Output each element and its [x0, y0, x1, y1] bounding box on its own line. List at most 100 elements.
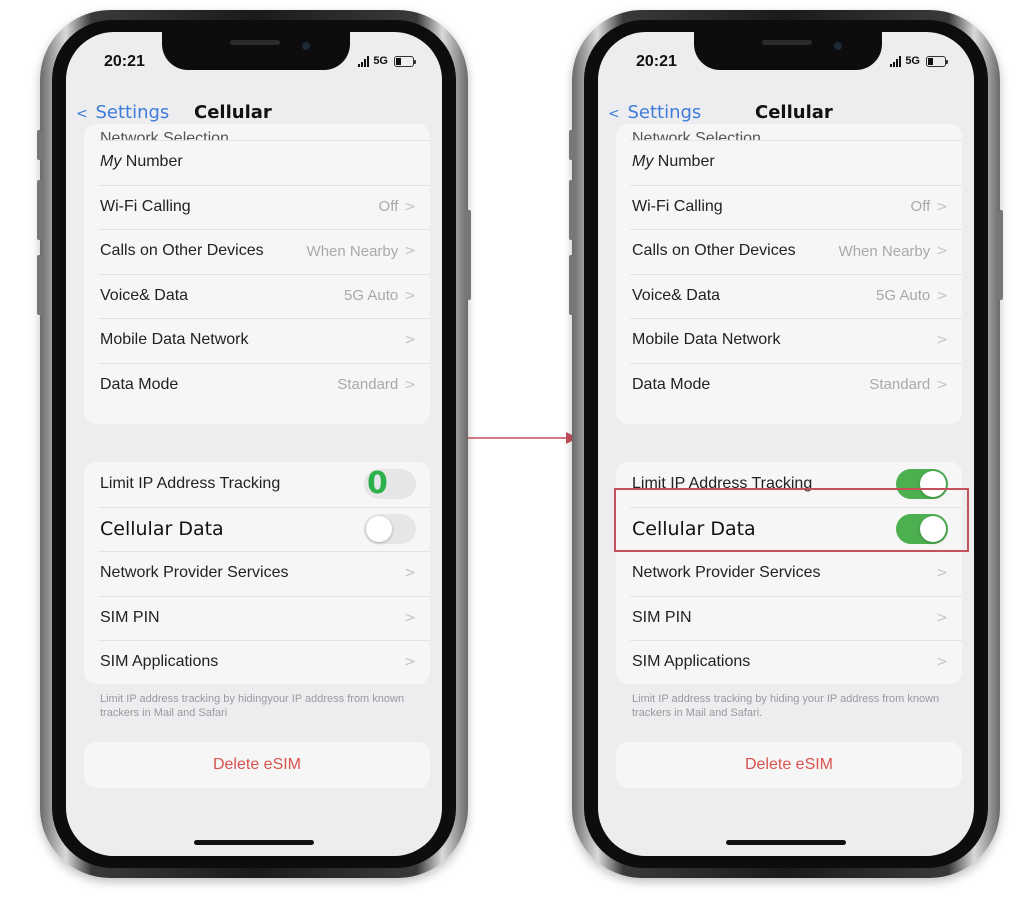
- row-label: Calls on Other Devices: [632, 242, 796, 260]
- row-label: Voice& Data: [100, 286, 189, 304]
- settings-row-sim-pin[interactable]: SIM PIN >: [616, 595, 962, 641]
- status-time: 20:21: [636, 53, 677, 70]
- limit-ip-toggle[interactable]: [896, 469, 948, 500]
- side-button: [466, 210, 471, 300]
- row-label: Cellular Data: [100, 517, 224, 540]
- chevron-right-icon: >: [936, 376, 948, 393]
- limit-ip-footnote: Limit IP address tracking by hidingyour …: [100, 693, 405, 719]
- chevron-right-icon: >: [404, 376, 416, 393]
- row-label: SIM Applications: [100, 653, 219, 671]
- settings-row-data-mode[interactable]: Data Mode Standard >: [616, 362, 962, 408]
- row-label: Network Provider Services: [100, 564, 289, 582]
- toggle-overlay-zero: 0: [367, 466, 388, 502]
- home-indicator[interactable]: [726, 840, 846, 845]
- page-title: Cellular: [755, 102, 833, 123]
- settings-row-wifi-calling[interactable]: Wi-Fi Calling Off >: [616, 184, 962, 230]
- volume-down-button: [569, 255, 574, 315]
- network-type: 5G: [905, 55, 920, 67]
- toggle-knob: [920, 515, 946, 542]
- back-label: Settings: [95, 102, 170, 123]
- chevron-right-icon: >: [404, 565, 416, 582]
- settings-row-limit-ip-tracking: Limit IP Address Tracking 0: [84, 462, 430, 507]
- status-indicators: 5G: [358, 55, 416, 67]
- chevron-right-icon: >: [936, 609, 948, 626]
- volume-up-button: [569, 180, 574, 240]
- chevron-right-icon: >: [404, 654, 416, 671]
- row-label: Network Provider Services: [632, 564, 821, 582]
- camera-lens-icon: [834, 42, 842, 50]
- side-button: [998, 210, 1003, 300]
- row-label: Limit IP Address Tracking: [100, 475, 281, 493]
- home-indicator[interactable]: [194, 840, 314, 845]
- phone-after: 20:21 5G < Settings Cellular Network Sel…: [569, 10, 1003, 878]
- settings-row-voice-data[interactable]: Voice& Data 5G Auto >: [616, 273, 962, 319]
- row-label: Wi-Fi Calling: [632, 197, 723, 215]
- row-label: My Number: [632, 153, 715, 171]
- settings-row-network-selection[interactable]: Network Selection: [84, 124, 430, 140]
- delete-esim-button[interactable]: Delete eSIM: [616, 742, 962, 788]
- chevron-right-icon: >: [404, 243, 416, 260]
- phone-before: 20:21 5G < Settings Cellular Network Sel…: [37, 10, 471, 878]
- chevron-left-icon: <: [76, 106, 88, 122]
- volume-up-button: [37, 180, 42, 240]
- battery-icon: [394, 55, 416, 67]
- row-label: SIM Applications: [632, 653, 751, 671]
- chevron-right-icon: >: [404, 287, 416, 304]
- row-label: Mobile Data Network: [100, 331, 249, 349]
- settings-row-limit-ip-tracking: Limit IP Address Tracking: [616, 462, 962, 507]
- settings-row-sim-applications[interactable]: SIM Applications >: [616, 640, 962, 684]
- settings-group-data: Limit IP Address Tracking 0 Cellular Dat…: [84, 462, 430, 684]
- chevron-right-icon: >: [936, 565, 948, 582]
- row-label: Limit IP Address Tracking: [632, 475, 813, 493]
- settings-row-calls-other-devices[interactable]: Calls on Other Devices When Nearby >: [616, 229, 962, 274]
- row-value: 5G Auto: [876, 287, 931, 305]
- row-label: My Number: [100, 153, 183, 171]
- camera-lens-icon: [302, 42, 310, 50]
- settings-row-voice-data[interactable]: Voice& Data 5G Auto >: [84, 273, 430, 319]
- notch: [162, 32, 350, 70]
- battery-icon: [926, 55, 948, 67]
- chevron-right-icon: >: [936, 243, 948, 260]
- settings-row-sim-pin[interactable]: SIM PIN >: [84, 595, 430, 641]
- chevron-right-icon: >: [936, 198, 948, 215]
- notch: [694, 32, 882, 70]
- settings-row-wifi-calling[interactable]: Wi-Fi Calling Off >: [84, 184, 430, 230]
- speaker-grille: [230, 40, 280, 45]
- settings-row-calls-other-devices[interactable]: Calls on Other Devices When Nearby >: [84, 229, 430, 274]
- transition-arrow: [468, 432, 578, 444]
- volume-down-button: [37, 255, 42, 315]
- settings-row-network-provider-services[interactable]: Network Provider Services >: [616, 551, 962, 596]
- settings-row-my-number[interactable]: My Number: [616, 140, 962, 185]
- chevron-right-icon: >: [404, 198, 416, 215]
- row-value: Standard: [337, 376, 399, 394]
- settings-row-mobile-data-network[interactable]: Mobile Data Network >: [84, 318, 430, 363]
- row-value: Off: [910, 198, 931, 216]
- settings-row-sim-applications[interactable]: SIM Applications >: [84, 640, 430, 684]
- settings-row-network-provider-services[interactable]: Network Provider Services >: [84, 551, 430, 596]
- chevron-left-icon: <: [608, 106, 620, 122]
- limit-ip-toggle[interactable]: 0: [364, 466, 416, 502]
- cellular-data-toggle[interactable]: [364, 513, 416, 544]
- silent-switch: [37, 130, 42, 160]
- back-label: Settings: [627, 102, 702, 123]
- chevron-right-icon: >: [404, 332, 416, 349]
- cellular-data-toggle[interactable]: [896, 513, 948, 544]
- back-button[interactable]: < Settings: [76, 102, 169, 123]
- row-label: SIM PIN: [632, 608, 692, 626]
- status-indicators: 5G: [890, 55, 948, 67]
- settings-group-data: Limit IP Address Tracking Cellular Data …: [616, 462, 962, 684]
- settings-row-my-number[interactable]: My Number: [84, 140, 430, 185]
- settings-row-network-selection[interactable]: Network Selection: [616, 124, 962, 140]
- settings-row-data-mode[interactable]: Data Mode Standard >: [84, 362, 430, 408]
- delete-esim-button[interactable]: Delete eSIM: [84, 742, 430, 788]
- settings-row-mobile-data-network[interactable]: Mobile Data Network >: [616, 318, 962, 363]
- screen: 20:21 5G < Settings Cellular Network Sel…: [66, 32, 442, 856]
- row-value: When Nearby: [306, 242, 399, 260]
- page-title: Cellular: [194, 102, 272, 123]
- back-button[interactable]: < Settings: [608, 102, 701, 123]
- row-label: Network Selection: [100, 130, 229, 140]
- row-label: Data Mode: [100, 375, 179, 393]
- toggle-knob: [366, 515, 392, 542]
- chevron-right-icon: >: [936, 287, 948, 304]
- row-value: Standard: [869, 376, 931, 394]
